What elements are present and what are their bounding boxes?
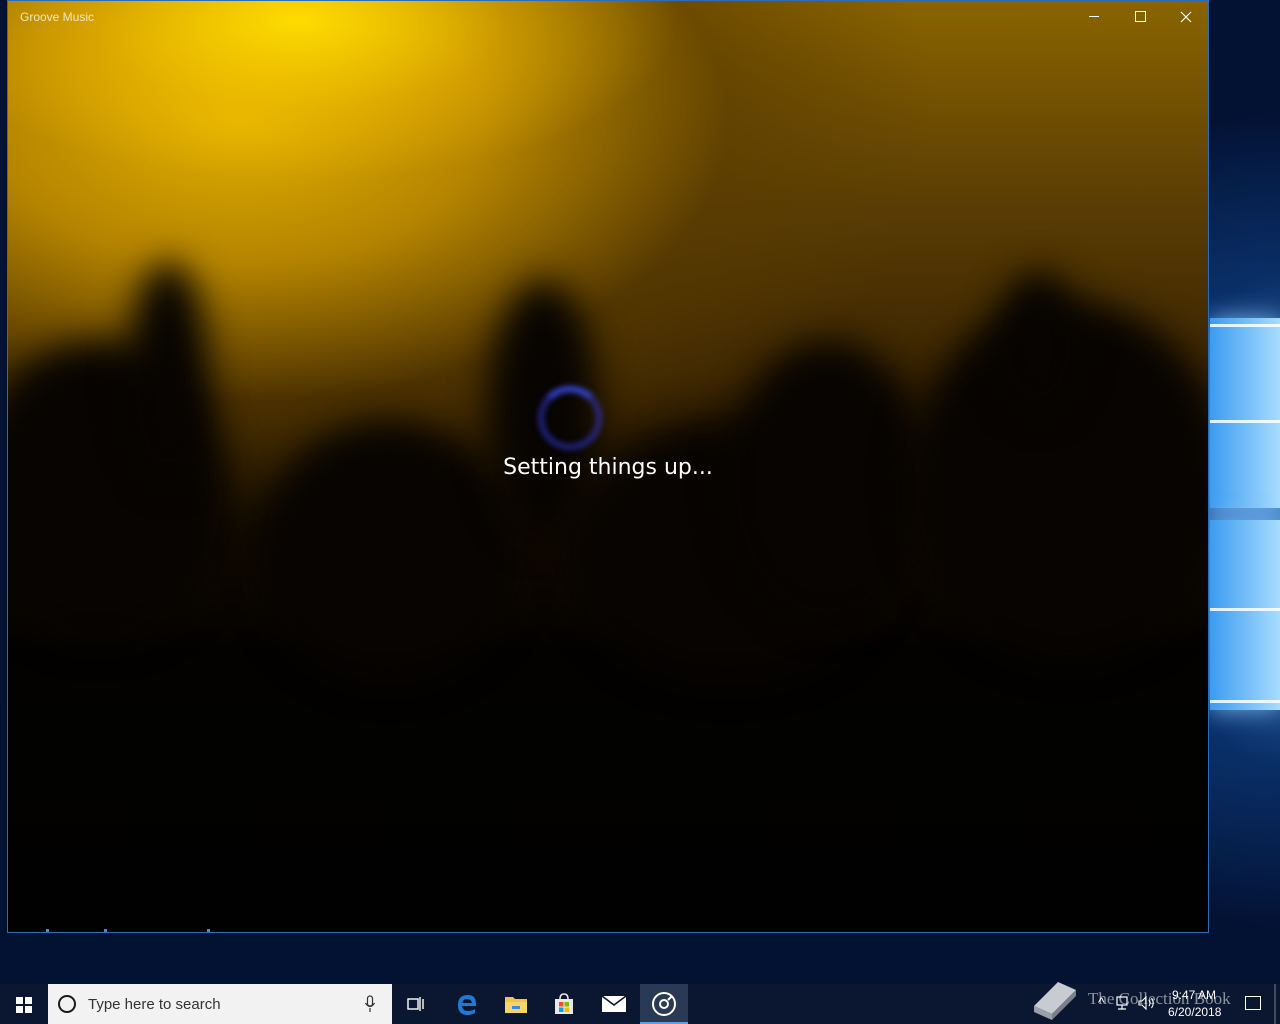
status-message: Setting things up... <box>503 455 713 480</box>
close-icon <box>1180 11 1192 23</box>
folder-icon <box>505 997 527 1013</box>
logo-line <box>1210 324 1280 327</box>
progress-dot <box>207 929 210 932</box>
store-icon <box>555 993 573 1014</box>
progress-dot <box>104 929 107 932</box>
clock-time[interactable]: 9:47 AM <box>1172 988 1216 1002</box>
windows-icon-part <box>16 1006 23 1013</box>
system-tray: The Collection Book ^ 9:47 AM 6/20/2018 <box>1020 982 1280 1024</box>
windows-icon-part <box>25 997 32 1004</box>
window-title: Groove Music <box>20 10 95 24</box>
close-button[interactable] <box>1163 1 1208 33</box>
progress-dot <box>46 929 49 932</box>
store-button[interactable] <box>540 984 588 1024</box>
windows-logo-pane-bottom <box>1210 520 1280 710</box>
task-view-icon <box>407 997 424 1011</box>
crowd-silhouette <box>128 261 208 481</box>
search-box[interactable]: Type here to search <box>48 984 392 1024</box>
crowd-silhouette <box>998 271 1078 411</box>
minimize-button[interactable] <box>1071 1 1117 33</box>
maximize-button[interactable] <box>1117 1 1163 33</box>
edge-icon <box>458 995 476 1015</box>
microphone-icon[interactable] <box>364 995 376 1013</box>
groove-music-icon <box>652 992 676 1016</box>
start-button[interactable] <box>0 984 48 1024</box>
groove-music-button[interactable] <box>640 984 688 1024</box>
chevron-up-icon[interactable]: ^ <box>1098 994 1105 1010</box>
taskbar: Type here to search The Collection Book … <box>0 982 1280 1024</box>
progress-indicator <box>8 928 308 932</box>
logo-line <box>1210 420 1280 423</box>
notification-center-icon[interactable] <box>1245 996 1261 1010</box>
task-view-button[interactable] <box>392 984 440 1024</box>
file-explorer-button[interactable] <box>492 984 540 1024</box>
windows-icon <box>16 997 23 1004</box>
search-input[interactable]: Type here to search <box>88 996 221 1013</box>
crowd-silhouette <box>728 341 928 621</box>
groove-music-window: Groove Music Setting things up... <box>7 0 1209 933</box>
maximize-icon <box>1134 11 1146 23</box>
cortana-icon <box>58 995 76 1013</box>
minimize-icon <box>1089 16 1099 18</box>
show-desktop-button[interactable] <box>1274 984 1276 1024</box>
book-logo-icon <box>1034 982 1076 1020</box>
mail-icon <box>601 995 627 1012</box>
logo-line <box>1210 700 1280 703</box>
loading-spinner <box>538 386 602 450</box>
edge-button[interactable] <box>443 984 491 1024</box>
mail-button[interactable] <box>590 984 638 1024</box>
windows-logo-pane-top <box>1210 318 1280 508</box>
windows-icon-part <box>25 1006 32 1013</box>
logo-line <box>1210 608 1280 611</box>
network-icon[interactable] <box>1116 996 1132 1010</box>
volume-icon[interactable] <box>1138 996 1156 1010</box>
clock-date[interactable]: 6/20/2018 <box>1168 1005 1221 1019</box>
